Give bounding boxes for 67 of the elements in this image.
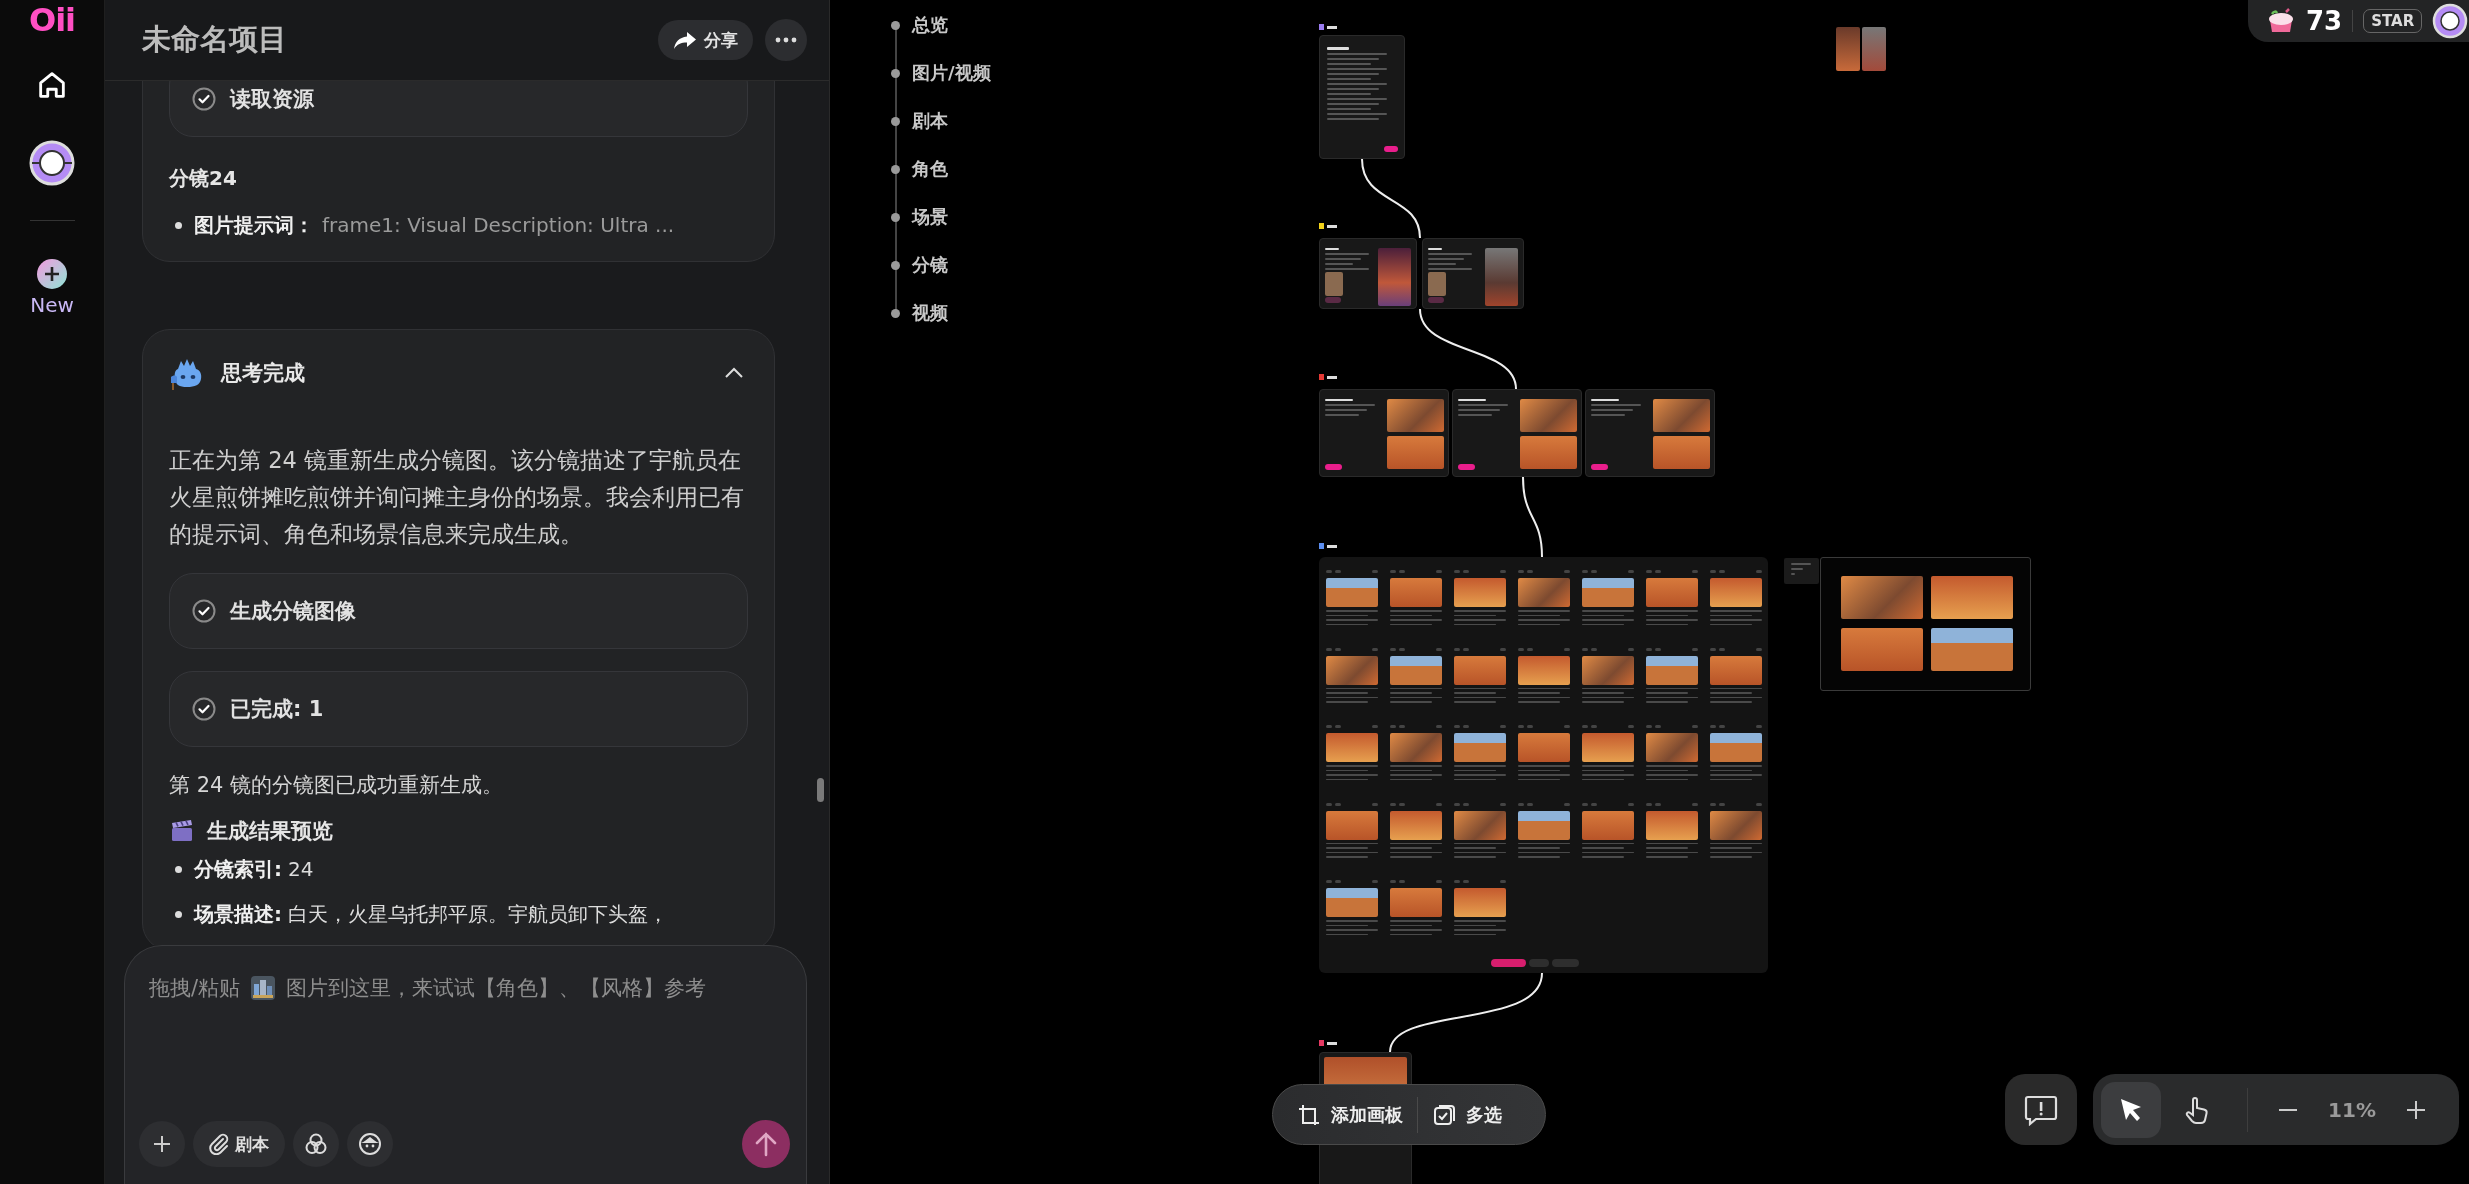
- message-title: 思考完成: [221, 360, 306, 387]
- bullet-text: 场景描述: 白天，火星乌托邦平原。宇航员卸下头盔，: [194, 901, 668, 928]
- section-title: 生成结果预览: [207, 818, 333, 845]
- message-paragraph: 正在为第 24 镜重新生成分镜图。该分镜描述了宇航员在火星煎饼摊吃煎饼并询问摊主身份的场景。我会利用已有的提示词、角色和场景信息来完成生成。: [169, 446, 745, 549]
- circles-button[interactable]: [293, 1121, 339, 1167]
- bullet-icon: [175, 221, 182, 229]
- avatar-icon[interactable]: [29, 140, 75, 186]
- group-label-drawing: [1319, 223, 1337, 229]
- frame-icon: [1297, 1102, 1321, 1127]
- more-button[interactable]: [765, 19, 807, 61]
- nav-item[interactable]: 角色: [891, 145, 991, 193]
- project-title: 未命名项目: [142, 21, 288, 58]
- label-badge[interactable]: STAR: [2363, 9, 2423, 33]
- face-button[interactable]: [347, 1121, 393, 1167]
- menu-drawing: [1784, 558, 1819, 584]
- bullet-text: 图片提示词： frame1: Visual Description: Ultra ...: [194, 212, 675, 239]
- nav-item[interactable]: 剧本: [891, 97, 991, 145]
- add-board-button[interactable]: 添加画板: [1283, 1092, 1417, 1137]
- group-label-drawing: [1319, 24, 1337, 30]
- script-button[interactable]: 剧本: [193, 1121, 285, 1167]
- more-icon: [775, 37, 797, 43]
- scrollbar: [817, 778, 824, 802]
- step-label: 生成分镜图像: [230, 598, 356, 625]
- image-icon: [250, 975, 277, 1001]
- nav-item[interactable]: 总览: [891, 1, 991, 49]
- circles-icon: [304, 1132, 328, 1156]
- zoom-level: 11%: [2327, 1097, 2377, 1122]
- clapper-icon: [169, 818, 195, 844]
- add-button[interactable]: [139, 1121, 185, 1167]
- face-icon: [358, 1132, 382, 1156]
- image-placeholder: [1836, 27, 1860, 71]
- nav-item[interactable]: 场景: [891, 193, 991, 241]
- bullet-icon: [175, 910, 182, 918]
- image-placeholder: [1862, 27, 1886, 71]
- message-text: 第 24 镜的分镜图已成功重新生成。: [169, 772, 505, 799]
- cake-icon: [2266, 8, 2296, 34]
- plus-icon: [2407, 1100, 2425, 1119]
- feedback-icon: [2024, 1093, 2058, 1126]
- minus-icon: [2279, 1108, 2297, 1111]
- share-button[interactable]: 分享: [658, 20, 753, 60]
- nav-item[interactable]: 图片/视频: [891, 49, 991, 97]
- chevron-icon: [724, 367, 744, 379]
- message-heading: 分镜24: [169, 165, 238, 192]
- arrow-up-icon: [754, 1131, 778, 1157]
- send-button[interactable]: [742, 1120, 790, 1168]
- new-button[interactable]: New: [30, 259, 74, 317]
- paperclip-icon: [209, 1133, 229, 1155]
- credit-count: 73: [2306, 6, 2343, 36]
- plus-icon: [152, 1134, 172, 1154]
- pointer-tool-button[interactable]: [2101, 1081, 2161, 1138]
- plus-icon: [37, 259, 67, 289]
- group-label-drawing: [1319, 374, 1337, 380]
- checkbox-icon: [1432, 1102, 1456, 1127]
- nav-item[interactable]: 分镜: [891, 241, 991, 289]
- step-label: 读取资源: [230, 86, 314, 113]
- nav-item[interactable]: 视频: [891, 289, 991, 337]
- multi-select-button[interactable]: 多选: [1418, 1092, 1516, 1137]
- step-label: 已完成: 1: [230, 696, 324, 723]
- bullet-text: 分镜索引: 24: [194, 856, 314, 883]
- group-label-drawing: [1319, 543, 1337, 549]
- message-input[interactable]: 拖拽/粘贴 图片到这里，来试试【角色】、【风格】参考: [149, 970, 780, 1006]
- logo[interactable]: Oii: [28, 2, 76, 38]
- feedback-button[interactable]: [2005, 1074, 2077, 1145]
- avatar-icon[interactable]: [2432, 3, 2469, 39]
- bullet-icon: [175, 865, 182, 873]
- share-icon: [673, 30, 697, 50]
- group-label-drawing: [1319, 1040, 1337, 1046]
